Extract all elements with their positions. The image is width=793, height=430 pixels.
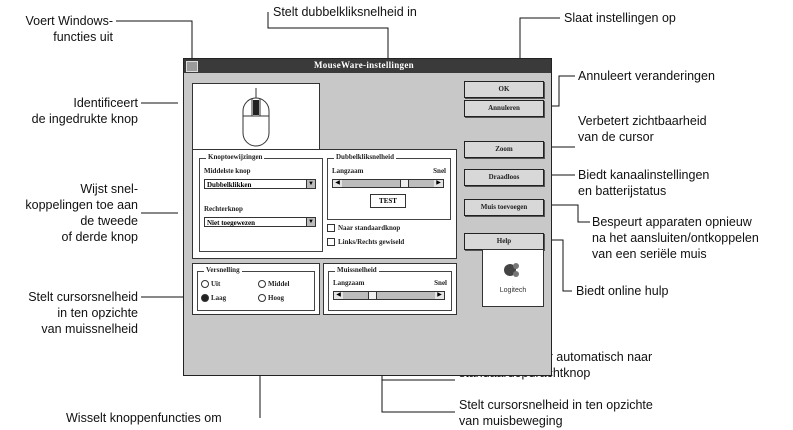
default-button-label: Naar standaardknop (338, 224, 401, 232)
logitech-logo: Logitech (482, 249, 544, 307)
accel-off-label: Uit (211, 280, 221, 288)
checkbox-box[interactable] (327, 224, 335, 233)
ok-button[interactable]: OK (464, 81, 544, 98)
callout-windows: Voert Windows- functies uit (25, 14, 113, 44)
button-assignments-legend: Knoptoewijzingen (206, 153, 265, 161)
callout-cursor-speed: Stelt cursorsnelheid in ten opzichte van… (28, 290, 138, 336)
right-button-label: Rechterknop (204, 205, 243, 213)
middle-button-select[interactable]: Dubbelklikken ▼ (204, 179, 316, 189)
fast-label: Snel (433, 167, 446, 175)
rescan-button[interactable]: Muis toevoegen (464, 199, 544, 216)
cancel-button[interactable]: Annuleren (464, 100, 544, 117)
svg-text:Logitech: Logitech (500, 287, 527, 294)
accel-low-label: Laag (211, 294, 227, 302)
mouse-speed-slider[interactable]: ◀ ▶ (333, 291, 445, 300)
slow-label: Langzaam (332, 167, 364, 175)
accel-off-radio[interactable]: Uit (201, 280, 221, 289)
fast-label: Snel (434, 279, 447, 287)
accel-medium-radio[interactable]: Middel (258, 280, 290, 289)
mouse-speed-panel: Muissnelheid Langzaam Snel ◀ ▶ (323, 263, 457, 315)
double-click-speed-slider[interactable]: ◀ ▶ (332, 179, 444, 188)
dropdown-arrow-icon[interactable]: ▼ (306, 218, 315, 226)
accel-high-radio[interactable]: Hoog (258, 294, 284, 303)
acceleration-group: Versnelling Uit Laag Middel Hoog (197, 266, 315, 311)
zoom-button[interactable]: Zoom (464, 141, 544, 158)
mouse-speed-group: Muissnelheid Langzaam Snel ◀ ▶ (328, 266, 452, 311)
default-button-checkbox[interactable]: Naar standaardknop (327, 224, 401, 233)
title-bar: MouseWare-instellingen (184, 59, 551, 73)
scroll-right-icon[interactable]: ▶ (434, 180, 443, 187)
slider-thumb[interactable] (368, 292, 377, 299)
callout-visibility: Verbetert zichtbaarheid van de cursor (578, 114, 707, 144)
system-menu-button[interactable] (186, 61, 198, 72)
callout-cancel: Annuleert veranderingen (578, 69, 715, 83)
accel-medium-label: Middel (268, 280, 290, 288)
mouseware-dialog: MouseWare-instellingen Knoptoewijzingen … (183, 58, 552, 376)
accel-high-label: Hoog (268, 294, 284, 302)
leader-windows (116, 20, 193, 60)
wireless-button[interactable]: Draadloos (464, 169, 544, 186)
swap-buttons-label: Links/Rechts gewiseld (338, 238, 405, 246)
test-area[interactable]: TEST (370, 194, 406, 208)
right-button-value: Niet toegewezen (207, 219, 256, 227)
scroll-right-icon[interactable]: ▶ (435, 292, 444, 299)
dropdown-arrow-icon[interactable]: ▼ (306, 180, 315, 188)
dialog-title: MouseWare-instellingen (314, 60, 414, 70)
callout-movement: Stelt cursorsnelheid in ten opzichte van… (459, 398, 653, 428)
button-indicator-panel (192, 83, 320, 157)
scroll-left-icon[interactable]: ◀ (333, 180, 342, 187)
callout-help: Biedt online hulp (576, 284, 669, 298)
radio-dot[interactable] (258, 280, 266, 289)
settings-panel: Knoptoewijzingen Middelste knop Dubbelkl… (192, 149, 457, 259)
acceleration-legend: Versnelling (204, 266, 242, 274)
double-click-speed-group: Dubbelkliksnelheid Langzaam Snel ◀ ▶ TES… (327, 153, 451, 220)
double-click-speed-legend: Dubbelkliksnelheid (334, 153, 396, 161)
radio-dot[interactable] (258, 294, 266, 303)
accel-low-radio[interactable]: Laag (201, 294, 227, 303)
acceleration-panel: Versnelling Uit Laag Middel Hoog (192, 263, 320, 315)
mouse-speed-legend: Muissnelheid (335, 266, 379, 274)
right-button-select[interactable]: Niet toegewezen ▼ (204, 217, 316, 227)
radio-dot[interactable] (201, 280, 209, 289)
checkbox-box[interactable] (327, 238, 335, 247)
callout-identify: Identificeert de ingedrukte knop (31, 96, 138, 126)
callout-swap: Wisselt knoppenfuncties om (66, 411, 222, 425)
callout-rescan: Bespeurt apparaten opnieuw na het aanslu… (592, 215, 759, 261)
scroll-left-icon[interactable]: ◀ (334, 292, 343, 299)
help-button[interactable]: Help (464, 233, 544, 250)
slider-thumb[interactable] (400, 180, 409, 187)
mouse-icon (242, 88, 270, 147)
middle-button-label: Middelste knop (204, 167, 251, 175)
callout-channel: Biedt kanaalinstellingen en batterijstat… (578, 168, 710, 198)
callout-dblclick: Stelt dubbelkliksnelheid in (273, 5, 417, 19)
middle-button-value: Dubbelklikken (207, 181, 252, 189)
swap-buttons-checkbox[interactable]: Links/Rechts gewiseld (327, 238, 405, 247)
callout-save: Slaat instellingen op (564, 11, 676, 25)
radio-dot-selected[interactable] (201, 294, 209, 303)
logitech-logo-icon: Logitech (500, 263, 527, 294)
slow-label: Langzaam (333, 279, 365, 287)
callout-shortcuts: Wijst snel- koppelingen toe aan de tweed… (25, 182, 138, 244)
button-assignments-group: Knoptoewijzingen Middelste knop Dubbelkl… (199, 153, 323, 252)
